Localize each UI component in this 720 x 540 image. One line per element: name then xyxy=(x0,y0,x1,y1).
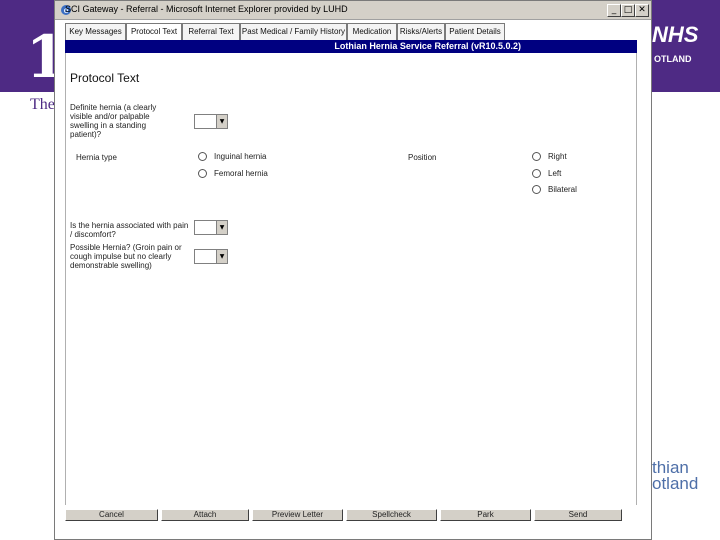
cancel-button[interactable]: Cancel xyxy=(65,509,158,521)
possible-hernia-label: Possible Hernia? (Groin pain or cough im… xyxy=(70,243,182,270)
chevron-down-icon[interactable]: ▼ xyxy=(216,115,227,128)
nhs-scotland-text: OTLAND xyxy=(654,54,692,64)
send-button[interactable]: Send xyxy=(534,509,622,521)
minimize-button[interactable]: _ xyxy=(607,4,621,17)
tab-key-messages[interactable]: Key Messages xyxy=(65,23,126,41)
nhs-logo: NHS xyxy=(652,22,699,47)
tab-risks-alerts[interactable]: Risks/Alerts xyxy=(397,23,445,41)
nhs-lothian-logo: thian otland xyxy=(652,459,699,493)
radio-button[interactable] xyxy=(198,169,207,178)
definite-hernia-label: Definite hernia (a clearly visible and/o… xyxy=(70,103,157,139)
maximize-button[interactable]: □ xyxy=(621,4,635,17)
preview-letter-button[interactable]: Preview Letter xyxy=(252,509,343,521)
chevron-down-icon[interactable]: ▼ xyxy=(216,250,227,263)
close-button[interactable]: ✕ xyxy=(635,4,649,17)
hernia-type-label: Hernia type xyxy=(76,153,117,162)
radio-button[interactable] xyxy=(532,152,541,161)
action-bar: Cancel Attach Preview Letter Spellcheck … xyxy=(65,509,637,521)
window-title: SCI Gateway - Referral - Microsoft Inter… xyxy=(65,4,348,14)
pain-discomfort-label: Is the hernia associated with pain / dis… xyxy=(70,221,189,239)
referral-window: e SCI Gateway - Referral - Microsoft Int… xyxy=(54,0,652,540)
radio-button[interactable] xyxy=(532,185,541,194)
title-bar[interactable]: e SCI Gateway - Referral - Microsoft Int… xyxy=(55,1,651,20)
radio-button[interactable] xyxy=(532,169,541,178)
radio-label: Left xyxy=(548,169,562,178)
radio-label: Right xyxy=(548,152,567,161)
position-label: Position xyxy=(408,153,437,162)
radio-label: Femoral hernia xyxy=(214,169,268,178)
tab-referral-text[interactable]: Referral Text xyxy=(182,23,240,41)
spellcheck-button[interactable]: Spellcheck xyxy=(346,509,437,521)
protocol-panel: Protocol Text Definite hernia (a clearly… xyxy=(65,53,637,505)
tab-past-medical-history[interactable]: Past Medical / Family History xyxy=(240,23,347,41)
radio-label: Bilateral xyxy=(548,185,577,194)
chevron-down-icon[interactable]: ▼ xyxy=(216,221,227,234)
lothian-line-2: otland xyxy=(652,474,699,493)
tab-medication[interactable]: Medication xyxy=(347,23,397,41)
possible-hernia-select[interactable]: ▼ xyxy=(194,249,228,264)
screen: 1 The NHS OTLAND thian otland e SCI Gate… xyxy=(0,0,720,540)
park-button[interactable]: Park xyxy=(440,509,531,521)
pain-discomfort-select[interactable]: ▼ xyxy=(194,220,228,235)
attach-button[interactable]: Attach xyxy=(161,509,249,521)
radio-label: Inguinal hernia xyxy=(214,152,267,161)
definite-hernia-select[interactable]: ▼ xyxy=(194,114,228,129)
radio-button[interactable] xyxy=(198,152,207,161)
background-text: The xyxy=(30,96,55,113)
page-title: Protocol Text xyxy=(70,71,140,85)
form-header: Lothian Hernia Service Referral (vR10.5.… xyxy=(65,40,637,53)
tab-patient-details[interactable]: Patient Details xyxy=(445,23,505,41)
